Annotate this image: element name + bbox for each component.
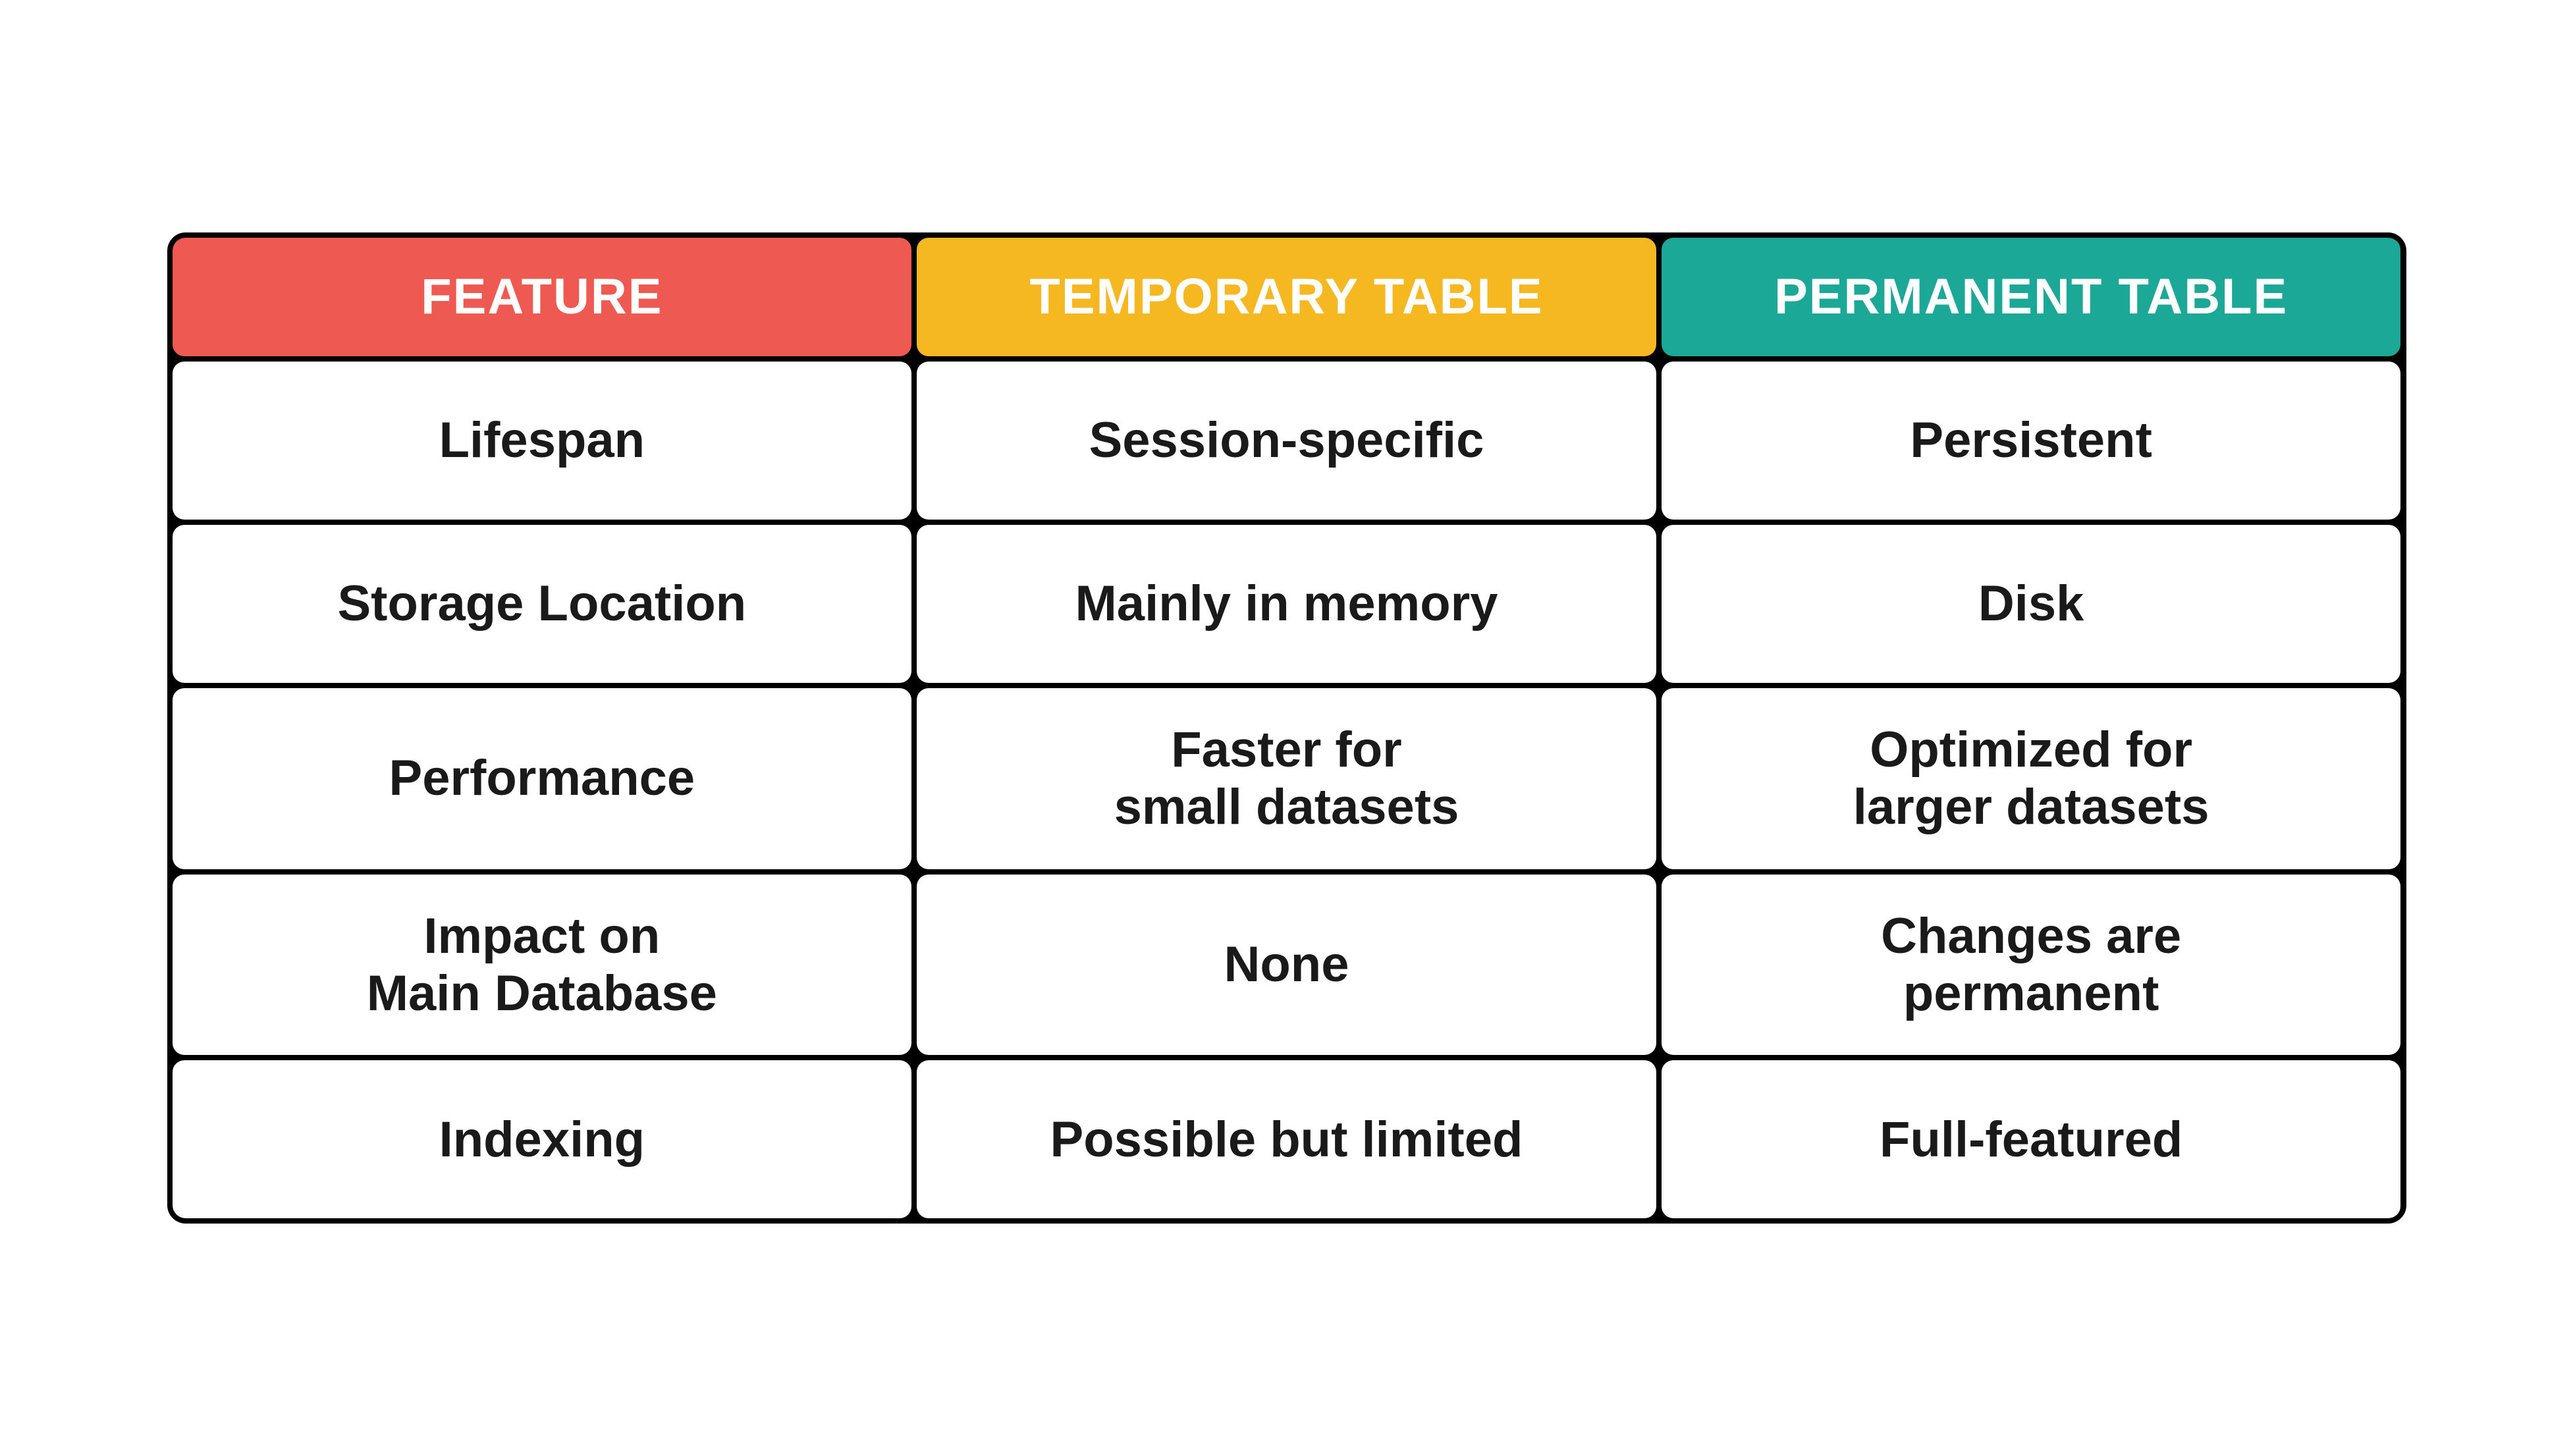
table-row: Impact on Main Database None Changes are… — [173, 875, 2401, 1056]
temporary-value: Possible but limited — [917, 1060, 1656, 1218]
header-feature: FEATURE — [173, 238, 912, 356]
temporary-value: Faster for small datasets — [917, 688, 1656, 869]
feature-label: Lifespan — [173, 362, 912, 520]
feature-label: Indexing — [173, 1060, 912, 1218]
header-permanent-table: PERMANENT TABLE — [1662, 238, 2401, 356]
table-row: Indexing Possible but limited Full-featu… — [173, 1060, 2401, 1218]
permanent-value: Full-featured — [1662, 1060, 2401, 1218]
permanent-value: Optimized for larger datasets — [1662, 688, 2401, 869]
table-row: Lifespan Session-specific Persistent — [173, 362, 2401, 520]
permanent-value: Changes are permanent — [1662, 875, 2401, 1056]
feature-label: Impact on Main Database — [173, 875, 912, 1056]
temporary-value: None — [917, 875, 1656, 1056]
temporary-value: Session-specific — [917, 362, 1656, 520]
permanent-value: Persistent — [1662, 362, 2401, 520]
comparison-table: FEATURE TEMPORARY TABLE PERMANENT TABLE … — [167, 232, 2406, 1224]
table-header-row: FEATURE TEMPORARY TABLE PERMANENT TABLE — [173, 238, 2401, 356]
table-row: Performance Faster for small datasets Op… — [173, 688, 2401, 869]
header-temporary-table: TEMPORARY TABLE — [917, 238, 1656, 356]
permanent-value: Disk — [1662, 525, 2401, 683]
table-row: Storage Location Mainly in memory Disk — [173, 525, 2401, 683]
feature-label: Performance — [173, 688, 912, 869]
feature-label: Storage Location — [173, 525, 912, 683]
temporary-value: Mainly in memory — [917, 525, 1656, 683]
